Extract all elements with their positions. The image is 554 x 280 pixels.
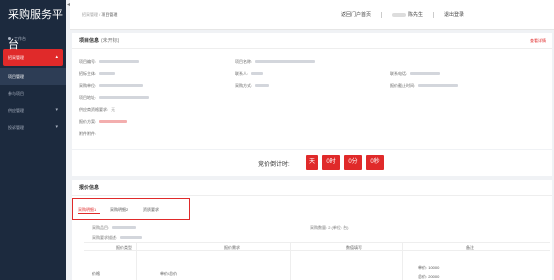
sidebar-item-participate[interactable]: 参与项目 bbox=[0, 85, 66, 102]
redacted-value bbox=[120, 236, 143, 240]
avatar bbox=[391, 12, 406, 17]
portal-home-link[interactable]: 返回门户首页 bbox=[341, 11, 371, 18]
redacted-value bbox=[112, 226, 137, 230]
field-phone: 联系电话: bbox=[390, 71, 441, 77]
sidebar-item-workbench[interactable]: 工作台 bbox=[0, 30, 66, 47]
chevron-down-icon: ▾ bbox=[55, 124, 58, 130]
sidebar: 采购服务平台 工作台 招采管理 ▴ 项目管理 参与项目 供应管理 ▾ 投诉管理 … bbox=[0, 0, 66, 280]
section-title: 项目信息 bbox=[79, 38, 100, 44]
user-menu[interactable]: 陈先生 bbox=[391, 11, 423, 18]
purchase-quantity: 采购数量: 2 (单位: 台) bbox=[310, 225, 349, 230]
redacted-value bbox=[99, 120, 128, 124]
table-cell-note-1: 单价: 10000 bbox=[418, 265, 440, 270]
countdown-seconds: 0秒 bbox=[366, 155, 384, 170]
user-name: 陈先生 bbox=[407, 12, 423, 18]
column-header: 备注 bbox=[466, 245, 474, 250]
sidebar-item-label: 供应管理 bbox=[8, 108, 24, 113]
top-bar: 招采管理 / 项目管理 返回门户首页 陈先生 退出登录 bbox=[70, 0, 554, 30]
sidebar-group-label: 招采管理 bbox=[8, 55, 24, 60]
field-attachment: 附件附件: bbox=[79, 131, 97, 136]
field-code: 项目编号: bbox=[79, 59, 140, 65]
countdown-minutes: 0分 bbox=[344, 155, 362, 170]
divider bbox=[380, 11, 382, 18]
project-info-header: 项目信息 (未开标) 查看详情 bbox=[72, 33, 552, 49]
column-header: 报价需求 bbox=[224, 245, 240, 250]
field-supplier-req: 供应商资格要求: 无 bbox=[79, 107, 116, 112]
active-tab-indicator bbox=[78, 213, 100, 214]
redacted-value bbox=[255, 60, 316, 64]
redacted-value bbox=[255, 84, 270, 88]
sidebar-item-label: 投诉管理 bbox=[8, 125, 24, 130]
breadcrumb-parent[interactable]: 招采管理 bbox=[82, 12, 98, 17]
redacted-value bbox=[99, 96, 150, 100]
sidebar-item-label: 工作台 bbox=[14, 36, 26, 41]
table-cell-type: 价格 bbox=[92, 271, 100, 276]
status-badge: (未开标) bbox=[101, 38, 120, 44]
brand-title: 采购服务平台 bbox=[8, 9, 63, 51]
section-title: 报价信息 bbox=[79, 185, 100, 191]
breadcrumb: 招采管理 / 项目管理 bbox=[82, 12, 117, 18]
field-method: 采购方式: bbox=[235, 83, 270, 89]
redacted-value bbox=[251, 72, 264, 76]
divider bbox=[432, 11, 434, 18]
quote-tabs: 采购明细1 采购明细2 资质要求 bbox=[72, 198, 190, 220]
table-cell-requirement: 单价/总价 bbox=[160, 271, 178, 276]
workbench-icon bbox=[8, 37, 11, 40]
redacted-value bbox=[418, 84, 459, 88]
view-details-link[interactable]: 查看详情 bbox=[530, 33, 546, 49]
bid-countdown: 竞价倒计时: 天 0时 0分 0秒 bbox=[72, 150, 552, 176]
purchase-item-row: 采购品目: bbox=[92, 225, 137, 231]
countdown-hours: 0时 bbox=[322, 155, 340, 170]
project-info-card: 项目信息 (未开标) 查看详情 项目编号: 招标主体: 采购单位: 项目地址: 供… bbox=[72, 33, 552, 149]
table-divider bbox=[290, 242, 291, 280]
countdown-days: 天 bbox=[306, 155, 318, 170]
column-header: 数值填写 bbox=[346, 245, 362, 250]
chevron-up-icon: ▴ bbox=[55, 54, 58, 60]
field-unit: 采购单位: bbox=[79, 83, 144, 89]
quote-info-header: 报价信息 bbox=[72, 180, 552, 196]
sidebar-item-supply[interactable]: 供应管理 ▾ bbox=[0, 102, 66, 119]
breadcrumb-current: 项目管理 bbox=[101, 12, 118, 17]
field-contact: 联系人: bbox=[235, 71, 264, 77]
sidebar-item-complaints[interactable]: 投诉管理 ▾ bbox=[0, 119, 66, 136]
field-deadline: 报价截止时间: bbox=[390, 83, 459, 89]
sidebar-group-bidding[interactable]: 招采管理 ▴ bbox=[3, 49, 63, 66]
redacted-value bbox=[99, 84, 144, 88]
quote-info-card: 报价信息 采购明细1 采购明细2 资质要求 采购品目: 采购数量: 2 (单位:… bbox=[72, 180, 552, 280]
purchase-requirement-row: 采购要求描述: bbox=[92, 235, 143, 241]
redacted-value bbox=[99, 60, 140, 64]
field-address: 项目地址: bbox=[79, 95, 150, 101]
field-org: 招标主体: bbox=[79, 71, 116, 77]
field-quote-plan: 报价方案: bbox=[79, 119, 128, 125]
sidebar-item-label: 参与项目 bbox=[8, 91, 24, 96]
sidebar-item-label: 项目管理 bbox=[8, 74, 24, 79]
tab-detail-2[interactable]: 采购明细2 bbox=[110, 207, 128, 213]
field-name: 项目名称: bbox=[235, 59, 316, 65]
top-actions: 返回门户首页 陈先生 退出登录 bbox=[341, 11, 464, 18]
redacted-value bbox=[410, 72, 441, 76]
quote-table-header: 报价类型 报价需求 数值填写 备注 bbox=[84, 242, 550, 251]
table-divider bbox=[136, 242, 137, 280]
table-divider bbox=[402, 242, 403, 280]
logout-link[interactable]: 退出登录 bbox=[444, 11, 464, 18]
countdown-label: 竞价倒计时: bbox=[258, 162, 290, 168]
redacted-value bbox=[99, 72, 116, 76]
sidebar-item-project-management[interactable]: 项目管理 bbox=[0, 68, 66, 85]
chevron-down-icon: ▾ bbox=[55, 107, 58, 113]
tab-qualification[interactable]: 资质要求 bbox=[143, 207, 159, 213]
column-header: 报价类型 bbox=[116, 245, 132, 250]
table-cell-note-2: 总价: 20000 bbox=[418, 274, 440, 279]
